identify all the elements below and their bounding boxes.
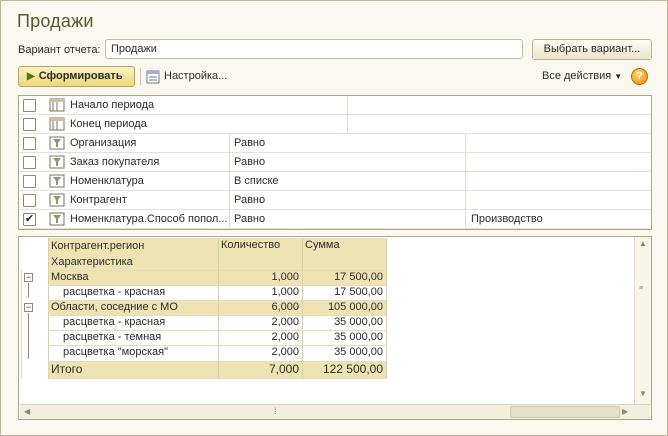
row-checkbox[interactable] — [23, 99, 36, 112]
setting-name: Номенклатура.Способ попол... — [70, 213, 228, 225]
settings-row[interactable]: Организация Равно — [19, 134, 651, 153]
scroll-right-icon[interactable]: ▶ — [622, 407, 628, 416]
header-qty: Количество — [218, 238, 302, 270]
setting-name: Контрагент — [70, 194, 127, 206]
group-row-sum: 105 000,00 — [327, 301, 383, 313]
all-actions-menu[interactable]: Все действия ▼ — [542, 68, 622, 85]
collapse-icon[interactable]: − — [24, 303, 33, 312]
group-row-name: Области, соседние с МО — [51, 301, 178, 313]
settings-row[interactable]: ✔ Номенклатура.Способ попол... Равно Про… — [19, 210, 651, 229]
setting-condition: Равно — [234, 213, 266, 225]
detail-row-sum: 17 500,00 — [334, 286, 383, 298]
detail-row-sum: 35 000,00 — [334, 331, 383, 343]
setting-name: Заказ покупателя — [70, 156, 160, 168]
detail-row-qty: 2,000 — [271, 331, 299, 343]
variant-label: Вариант отчета: — [18, 44, 101, 56]
settings-row[interactable]: Конец периода — [19, 115, 651, 134]
setting-name: Организация — [70, 137, 137, 149]
filter-icon — [49, 155, 65, 169]
settings-row[interactable]: Начало периода — [19, 96, 651, 115]
detail-row-qty: 2,000 — [271, 316, 299, 328]
settings-table: Начало периода Конец периода Организация… — [18, 95, 652, 230]
row-checkbox-checked[interactable]: ✔ — [23, 213, 36, 226]
dropdown-arrow-icon: ▼ — [614, 72, 623, 81]
settings-icon — [146, 70, 160, 83]
setting-condition: В списке — [234, 175, 279, 187]
filter-icon — [49, 174, 65, 188]
header-group1: Контрагент.регион — [51, 240, 145, 252]
filter-icon — [49, 212, 65, 226]
generate-button[interactable]: ▶ Сформировать — [18, 66, 135, 87]
settings-row[interactable]: Контрагент Равно — [19, 191, 651, 210]
detail-row-qty: 2,000 — [271, 346, 299, 358]
filter-icon — [49, 136, 65, 150]
row-checkbox[interactable] — [23, 137, 36, 150]
total-label: Итого — [51, 362, 83, 376]
help-button[interactable]: ? — [631, 68, 648, 85]
settings-label: Настройка... — [164, 70, 228, 82]
header-sum: Сумма — [302, 238, 386, 270]
group-row-qty: 1,000 — [271, 271, 299, 283]
variant-input[interactable]: Продажи — [105, 39, 523, 59]
vertical-scrollbar[interactable]: ▲ ≡ ▼ — [634, 237, 651, 404]
scroll-thumb-grip-icon[interactable]: ⁞ — [274, 406, 277, 416]
setting-condition: Равно — [234, 137, 266, 149]
toolbar-divider — [140, 68, 141, 85]
choose-variant-button[interactable]: Выбрать вариант... — [532, 39, 652, 60]
page-title: Продажи — [17, 11, 94, 31]
setting-value: Производство — [471, 213, 543, 225]
settings-button[interactable]: Настройка... — [146, 68, 227, 85]
setting-condition: Равно — [234, 194, 266, 206]
total-qty: 7,000 — [268, 362, 299, 376]
generate-label: Сформировать — [38, 70, 123, 82]
play-icon: ▶ — [27, 71, 35, 82]
detail-row-name: расцветка - красная — [63, 286, 166, 298]
setting-name: Номенклатура — [70, 175, 144, 187]
detail-row-name: расцветка "морская" — [63, 346, 169, 358]
parameter-icon — [49, 117, 65, 131]
collapse-icon[interactable]: − — [24, 273, 33, 282]
detail-row-name: расцветка - красная — [63, 316, 166, 328]
group-row-qty: 6,000 — [271, 301, 299, 313]
setting-condition: Равно — [234, 156, 266, 168]
scroll-thumb-grip-icon[interactable]: ≡ — [639, 285, 643, 292]
filter-icon — [49, 193, 65, 207]
scroll-up-icon[interactable]: ▲ — [639, 239, 647, 248]
row-checkbox[interactable] — [23, 194, 36, 207]
setting-name: Начало периода — [70, 99, 155, 111]
detail-row-sum: 35 000,00 — [334, 346, 383, 358]
setting-name: Конец периода — [70, 118, 147, 130]
settings-row[interactable]: Номенклатура В списке — [19, 172, 651, 191]
detail-row-sum: 35 000,00 — [334, 316, 383, 328]
scroll-thumb[interactable] — [510, 406, 620, 418]
group-row-sum: 17 500,00 — [334, 271, 383, 283]
all-actions-label: Все действия — [542, 70, 612, 82]
scroll-left-icon[interactable]: ◀ — [24, 407, 30, 416]
parameter-icon — [49, 98, 65, 112]
report-spreadsheet[interactable]: Контрагент.регион Характеристика Количес… — [18, 236, 652, 420]
total-sum: 122 500,00 — [322, 362, 383, 376]
row-checkbox[interactable] — [23, 118, 36, 131]
horizontal-scrollbar[interactable]: ◀ ⁞ ▶ — [20, 404, 650, 419]
report-window: Продажи Вариант отчета: Продажи Выбрать … — [0, 0, 668, 436]
detail-row-qty: 1,000 — [271, 286, 299, 298]
group-row-name: Москва — [51, 271, 89, 283]
row-checkbox[interactable] — [23, 175, 36, 188]
row-checkbox[interactable] — [23, 156, 36, 169]
scroll-down-icon[interactable]: ▼ — [639, 389, 647, 398]
settings-row[interactable]: Заказ покупателя Равно — [19, 153, 651, 172]
detail-row-name: расцветка - темная — [63, 331, 162, 343]
header-group2: Характеристика — [51, 256, 133, 268]
